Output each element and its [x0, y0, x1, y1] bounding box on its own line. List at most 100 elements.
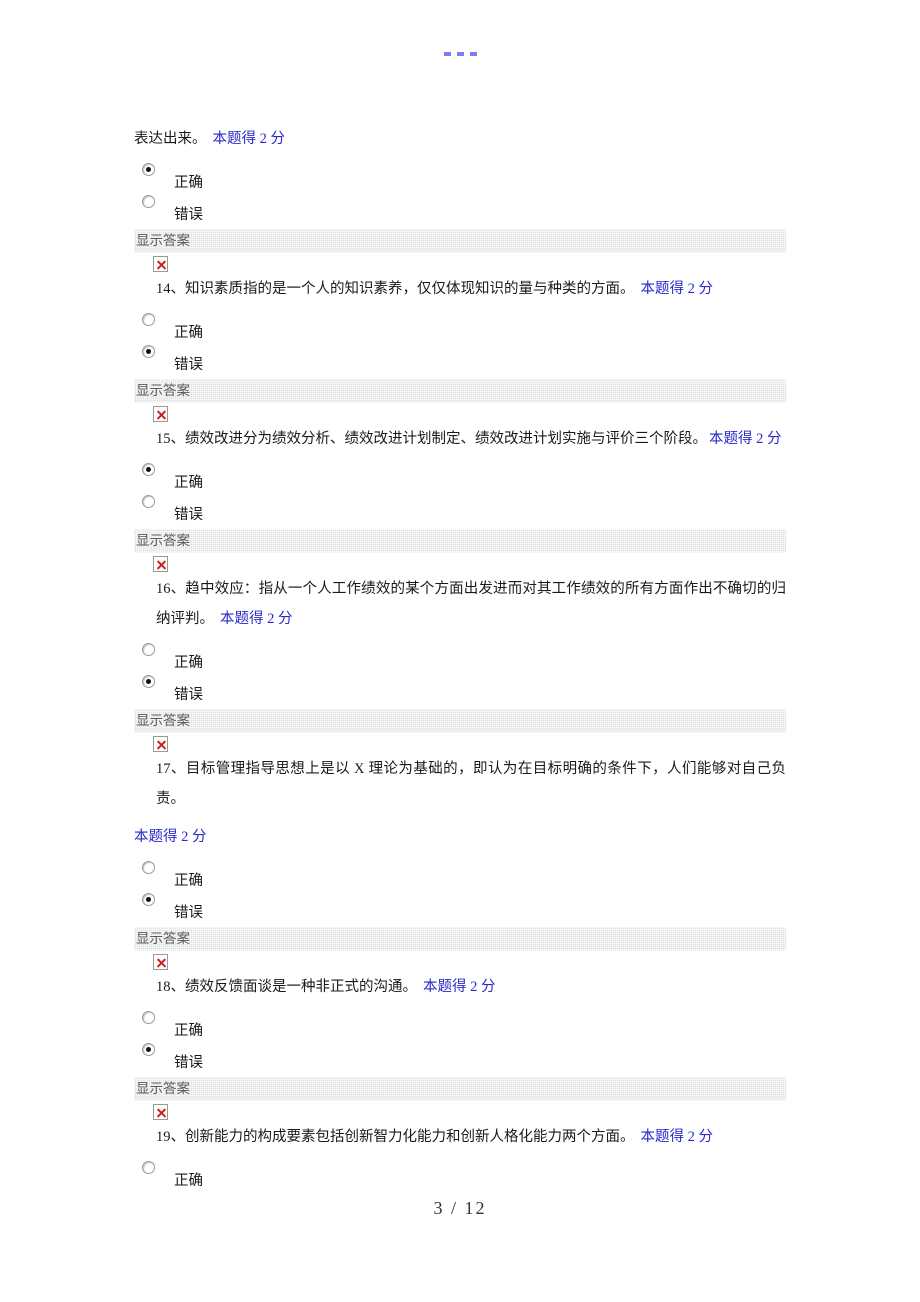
question-block-17: 17、目标管理指导思想上是以 X 理论为基础的，即认为在目标明确的条件下，人们能… — [134, 733, 786, 951]
radio-true[interactable] — [142, 463, 155, 476]
option-label-false: 错误 — [174, 357, 203, 373]
option-row-false[interactable]: 错误 — [134, 893, 786, 925]
show-answer-label: 显示答案 — [136, 233, 190, 248]
question-text-14: 14、知识素质指的是一个人的知识素养，仅仅体现知识的量与种类的方面。 — [156, 281, 635, 297]
question-continuation-text: 表达出来。 — [134, 131, 207, 147]
broken-image-icon — [153, 256, 168, 273]
option-row-true[interactable]: 正确 — [134, 163, 786, 195]
radio-true[interactable] — [142, 163, 155, 176]
answer-options-17: 正确 错误 — [134, 861, 786, 925]
radio-false[interactable] — [142, 345, 155, 358]
show-answer-label: 显示答案 — [136, 533, 190, 548]
option-row-false[interactable]: 错误 — [134, 675, 786, 707]
question-image-row-14 — [134, 255, 786, 274]
exam-page: 表达出来。 本题得 2 分 正确 错误 显示答案 14、知识素质指的是一个人的知… — [0, 0, 920, 1302]
radio-false[interactable] — [142, 675, 155, 688]
answer-options-16: 正确 错误 — [134, 643, 786, 707]
radio-false[interactable] — [142, 1043, 155, 1056]
option-row-false[interactable]: 错误 — [134, 345, 786, 377]
radio-false[interactable] — [142, 195, 155, 208]
question-text-15: 15、绩效改进分为绩效分析、绩效改进计划制定、绩效改进计划实施与评价三个阶段。 — [156, 431, 707, 447]
question-block-18: 18、绩效反馈面谈是一种非正式的沟通。 本题得 2 分 正确 错误 显示答案 — [134, 951, 786, 1101]
option-label-true: 正确 — [174, 475, 203, 491]
question-list: 表达出来。 本题得 2 分 正确 错误 显示答案 14、知识素质指的是一个人的知… — [134, 124, 786, 1193]
answer-options-18: 正确 错误 — [134, 1011, 786, 1075]
question-continuation-line: 表达出来。 本题得 2 分 — [134, 124, 786, 154]
broken-image-icon — [153, 736, 168, 753]
question-text-row-19: 19、创新能力的构成要素包括创新智力化能力和创新人格化能力两个方面。 本题得 2 … — [134, 1122, 786, 1152]
question-image-row-18 — [134, 953, 786, 972]
show-answer-bar[interactable]: 显示答案 — [134, 927, 786, 951]
question-image-row-16 — [134, 555, 786, 574]
question-head-14: 14、知识素质指的是一个人的知识素养，仅仅体现知识的量与种类的方面。 本题得 2 … — [134, 253, 786, 304]
option-label-true: 正确 — [174, 1173, 203, 1189]
radio-true[interactable] — [142, 1161, 155, 1174]
radio-true[interactable] — [142, 1011, 155, 1024]
show-answer-bar[interactable]: 显示答案 — [134, 229, 786, 253]
option-row-true[interactable]: 正确 — [134, 643, 786, 675]
option-row-true[interactable]: 正确 — [134, 861, 786, 893]
question-text-18: 18、绩效反馈面谈是一种非正式的沟通。 — [156, 979, 417, 995]
broken-image-icon — [153, 954, 168, 971]
question-image-row-15 — [134, 405, 786, 424]
answer-options-intro: 正确 错误 — [134, 163, 786, 227]
question-block-16: 16、趋中效应：指从一个人工作绩效的某个方面出发进而对其工作绩效的所有方面作出不… — [134, 553, 786, 733]
question-text-19: 19、创新能力的构成要素包括创新智力化能力和创新人格化能力两个方面。 — [156, 1129, 635, 1145]
question-block-14: 14、知识素质指的是一个人的知识素养，仅仅体现知识的量与种类的方面。 本题得 2 … — [134, 253, 786, 403]
broken-image-icon — [153, 1104, 168, 1121]
option-row-true[interactable]: 正确 — [134, 463, 786, 495]
answer-options-14: 正确 错误 — [134, 313, 786, 377]
question-image-row-19 — [134, 1103, 786, 1122]
show-answer-label: 显示答案 — [136, 713, 190, 728]
radio-true[interactable] — [142, 861, 155, 874]
show-answer-label: 显示答案 — [136, 1081, 190, 1096]
option-row-false[interactable]: 错误 — [134, 1043, 786, 1075]
radio-true[interactable] — [142, 643, 155, 656]
question-block-19: 19、创新能力的构成要素包括创新智力化能力和创新人格化能力两个方面。 本题得 2 … — [134, 1101, 786, 1193]
option-label-false: 错误 — [174, 507, 203, 523]
option-label-false: 错误 — [174, 905, 203, 921]
radio-false[interactable] — [142, 893, 155, 906]
radio-true[interactable] — [142, 313, 155, 326]
broken-image-icon — [153, 556, 168, 573]
broken-mark-icon — [456, 52, 464, 56]
question-text-row-16: 16、趋中效应：指从一个人工作绩效的某个方面出发进而对其工作绩效的所有方面作出不… — [134, 574, 786, 634]
question-block-intro: 表达出来。 本题得 2 分 正确 错误 显示答案 — [134, 124, 786, 253]
question-head-17: 17、目标管理指导思想上是以 X 理论为基础的，即认为在目标明确的条件下，人们能… — [134, 733, 786, 852]
question-head-18: 18、绩效反馈面谈是一种非正式的沟通。 本题得 2 分 — [134, 951, 786, 1002]
question-head-16: 16、趋中效应：指从一个人工作绩效的某个方面出发进而对其工作绩效的所有方面作出不… — [134, 553, 786, 634]
top-broken-image-marks — [0, 52, 920, 56]
option-label-true: 正确 — [174, 655, 203, 671]
score-label: 本题得 2 分 — [212, 131, 286, 147]
show-answer-bar[interactable]: 显示答案 — [134, 379, 786, 403]
option-row-false[interactable]: 错误 — [134, 495, 786, 527]
question-block-15: 15、绩效改进分为绩效分析、绩效改进计划制定、绩效改进计划实施与评价三个阶段。本… — [134, 403, 786, 553]
show-answer-label: 显示答案 — [136, 931, 190, 946]
option-row-false[interactable]: 错误 — [134, 195, 786, 227]
option-label-true: 正确 — [174, 175, 203, 191]
show-answer-bar[interactable]: 显示答案 — [134, 709, 786, 733]
option-row-true[interactable]: 正确 — [134, 1161, 786, 1193]
show-answer-bar[interactable]: 显示答案 — [134, 1077, 786, 1101]
question-image-row-17 — [134, 735, 786, 754]
show-answer-label: 显示答案 — [136, 383, 190, 398]
question-text-row-15: 15、绩效改进分为绩效分析、绩效改进计划制定、绩效改进计划实施与评价三个阶段。本… — [134, 424, 786, 454]
option-label-true: 正确 — [174, 873, 203, 889]
score-label-18: 本题得 2 分 — [423, 979, 496, 995]
answer-options-15: 正确 错误 — [134, 463, 786, 527]
question-head-19: 19、创新能力的构成要素包括创新智力化能力和创新人格化能力两个方面。 本题得 2 … — [134, 1101, 786, 1152]
answer-options-19: 正确 — [134, 1161, 786, 1193]
option-row-true[interactable]: 正确 — [134, 1011, 786, 1043]
question-text-row-14: 14、知识素质指的是一个人的知识素养，仅仅体现知识的量与种类的方面。 本题得 2 … — [134, 274, 786, 304]
score-label-16: 本题得 2 分 — [220, 611, 293, 627]
option-label-false: 错误 — [174, 687, 203, 703]
question-text-row-18: 18、绩效反馈面谈是一种非正式的沟通。 本题得 2 分 — [134, 972, 786, 1002]
radio-false[interactable] — [142, 495, 155, 508]
option-row-true[interactable]: 正确 — [134, 313, 786, 345]
broken-mark-icon — [469, 52, 477, 56]
show-answer-bar[interactable]: 显示答案 — [134, 529, 786, 553]
option-label-false: 错误 — [174, 1055, 203, 1071]
option-label-true: 正确 — [174, 1023, 203, 1039]
score-label-14: 本题得 2 分 — [640, 281, 714, 297]
score-label-19: 本题得 2 分 — [640, 1129, 714, 1145]
